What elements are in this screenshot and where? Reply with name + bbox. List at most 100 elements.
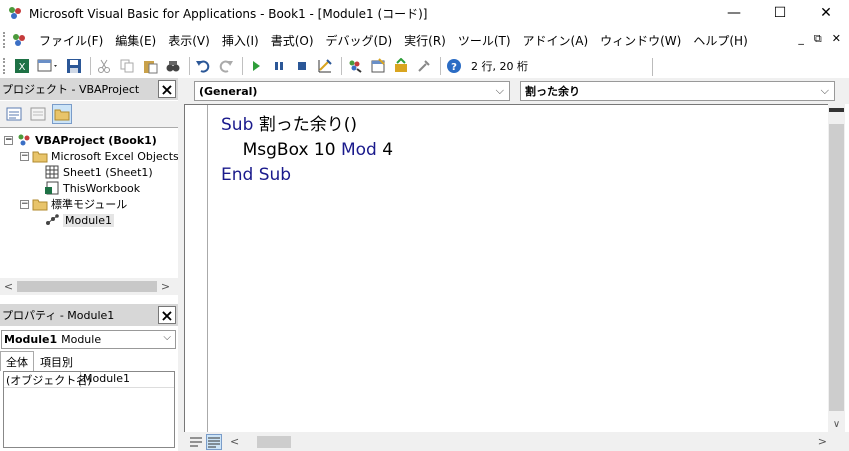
- tree-label: Module1: [63, 213, 114, 227]
- collapse-icon[interactable]: −: [20, 199, 29, 209]
- code-line[interactable]: End Sub: [221, 163, 393, 188]
- code-vertical-scrollbar[interactable]: ∨: [828, 104, 845, 432]
- toolbar-overflow[interactable]: [652, 58, 662, 76]
- excel-view-icon[interactable]: X: [12, 56, 32, 76]
- project-explorer-icon[interactable]: [345, 56, 365, 76]
- run-icon[interactable]: [246, 56, 266, 76]
- tree-label: Microsoft Excel Objects: [51, 149, 178, 163]
- procedure-view-icon[interactable]: [188, 434, 204, 450]
- menu-tools[interactable]: ツール(T): [452, 32, 517, 49]
- find-icon[interactable]: [163, 56, 183, 76]
- vba-menu-icon[interactable]: [11, 32, 27, 48]
- menu-edit[interactable]: 編集(E): [109, 32, 162, 49]
- scroll-right-icon[interactable]: >: [157, 280, 174, 293]
- toggle-folders-icon[interactable]: [52, 104, 72, 124]
- menu-addins[interactable]: アドイン(A): [517, 32, 595, 49]
- tree-item-module1[interactable]: Module1: [44, 212, 114, 228]
- full-module-view-icon[interactable]: [206, 433, 222, 450]
- scroll-thumb[interactable]: [829, 124, 844, 411]
- scroll-right-icon[interactable]: >: [818, 435, 827, 448]
- paste-icon[interactable]: [140, 56, 160, 76]
- chevron-down-icon[interactable]: ⌵: [163, 332, 171, 343]
- split-bar-icon[interactable]: [829, 108, 844, 112]
- folder-open-icon: [32, 149, 48, 163]
- menu-bar: ファイル(F) 編集(E) 表示(V) 挿入(I) 書式(O) デバッグ(D) …: [0, 28, 849, 52]
- window-title: Microsoft Visual Basic for Applications …: [29, 6, 428, 21]
- tree-label: 標準モジュール: [51, 198, 128, 211]
- worksheet-icon: [44, 165, 60, 179]
- procedure-combo[interactable]: 割った余り ⌵: [520, 81, 835, 101]
- chevron-down-icon[interactable]: ⌵: [821, 84, 829, 98]
- tree-item-sheet1[interactable]: Sheet1 (Sheet1): [44, 164, 153, 180]
- properties-window-icon[interactable]: [368, 56, 388, 76]
- code-editor[interactable]: Sub 割った余り() MsgBox 10 Mod 4 End Sub: [184, 104, 828, 432]
- scroll-thumb[interactable]: [17, 281, 157, 292]
- maximize-button[interactable]: ☐: [757, 0, 803, 26]
- save-icon[interactable]: [64, 56, 84, 76]
- toolbar-separator: [189, 57, 190, 75]
- menu-debug[interactable]: デバッグ(D): [320, 32, 399, 49]
- code-token: 4: [376, 140, 394, 160]
- scroll-thumb[interactable]: [257, 435, 292, 448]
- project-explorer-toolbar: [0, 101, 178, 127]
- code-text[interactable]: Sub 割った余り() MsgBox 10 Mod 4 End Sub: [221, 113, 393, 188]
- properties-close-button[interactable]: ×: [158, 306, 176, 325]
- collapse-icon[interactable]: −: [4, 135, 13, 145]
- tree-item-thisworkbook[interactable]: ThisWorkbook: [44, 180, 140, 196]
- tab-alphabetic[interactable]: 全体: [0, 351, 34, 371]
- menu-insert[interactable]: 挿入(I): [216, 32, 265, 49]
- chevron-down-icon[interactable]: ⌵: [496, 84, 504, 98]
- scroll-left-icon[interactable]: <: [0, 280, 17, 293]
- code-margin[interactable]: [185, 105, 208, 432]
- mdi-minimize-button[interactable]: _: [798, 32, 804, 46]
- tree-item-standard-modules[interactable]: − 標準モジュール: [20, 196, 127, 212]
- undo-icon[interactable]: [193, 56, 213, 76]
- scroll-down-icon[interactable]: ∨: [828, 419, 845, 430]
- menu-file[interactable]: ファイル(F): [33, 32, 109, 49]
- project-horizontal-scrollbar[interactable]: < >: [0, 278, 178, 295]
- object-type: Module: [61, 333, 102, 346]
- menu-view[interactable]: 表示(V): [162, 32, 216, 49]
- collapse-icon[interactable]: −: [20, 151, 29, 161]
- toolbar-separator: [90, 57, 91, 75]
- redo-icon[interactable]: [216, 56, 236, 76]
- project-explorer-header: プロジェクト - VBAProject ×: [0, 78, 178, 100]
- copy-icon[interactable]: [117, 56, 137, 76]
- close-button[interactable]: ✕: [803, 0, 849, 26]
- folder-open-icon: [32, 197, 48, 211]
- menubar-grip[interactable]: [3, 32, 8, 48]
- break-icon[interactable]: [269, 56, 289, 76]
- menu-help[interactable]: ヘルプ(H): [687, 32, 753, 49]
- menu-format[interactable]: 書式(O): [265, 32, 320, 49]
- reset-icon[interactable]: [292, 56, 312, 76]
- tree-item-excel-objects[interactable]: − Microsoft Excel Objects: [20, 148, 178, 164]
- help-icon[interactable]: ?: [444, 56, 464, 76]
- property-value[interactable]: Module1: [81, 372, 130, 387]
- mdi-restore-button[interactable]: ⧉: [814, 32, 822, 46]
- toolbar-grip[interactable]: [3, 58, 8, 74]
- workbook-icon: [44, 181, 60, 195]
- minimize-button[interactable]: —: [711, 0, 757, 26]
- view-object-icon[interactable]: [28, 104, 48, 124]
- design-mode-icon[interactable]: [315, 56, 335, 76]
- code-line[interactable]: MsgBox 10 Mod 4: [221, 138, 393, 163]
- code-line[interactable]: Sub 割った余り(): [221, 113, 393, 138]
- object-browser-icon[interactable]: [391, 56, 411, 76]
- procedure-combo-value: 割った余り: [525, 85, 580, 98]
- object-combo[interactable]: (General) ⌵: [194, 81, 510, 101]
- insert-userform-icon[interactable]: [35, 56, 61, 76]
- property-row[interactable]: (オブジェクト名) Module1: [4, 372, 174, 388]
- code-token: MsgBox 10: [221, 140, 341, 160]
- tab-categorized[interactable]: 項目別: [34, 351, 79, 371]
- menu-run[interactable]: 実行(R): [398, 32, 452, 49]
- toolbox-icon[interactable]: [414, 56, 434, 76]
- view-code-icon[interactable]: [4, 104, 24, 124]
- properties-object-select[interactable]: Module1 Module ⌵: [1, 330, 176, 349]
- project-close-button[interactable]: ×: [158, 80, 176, 99]
- tree-item-vbaproject[interactable]: − VBAProject (Book1): [4, 132, 157, 148]
- menu-window[interactable]: ウィンドウ(W): [594, 32, 687, 49]
- standard-toolbar: X ? 2 行, 20 桁: [0, 54, 668, 78]
- cut-icon[interactable]: [94, 56, 114, 76]
- mdi-close-button[interactable]: ✕: [832, 32, 841, 46]
- scroll-left-icon[interactable]: <: [230, 435, 239, 448]
